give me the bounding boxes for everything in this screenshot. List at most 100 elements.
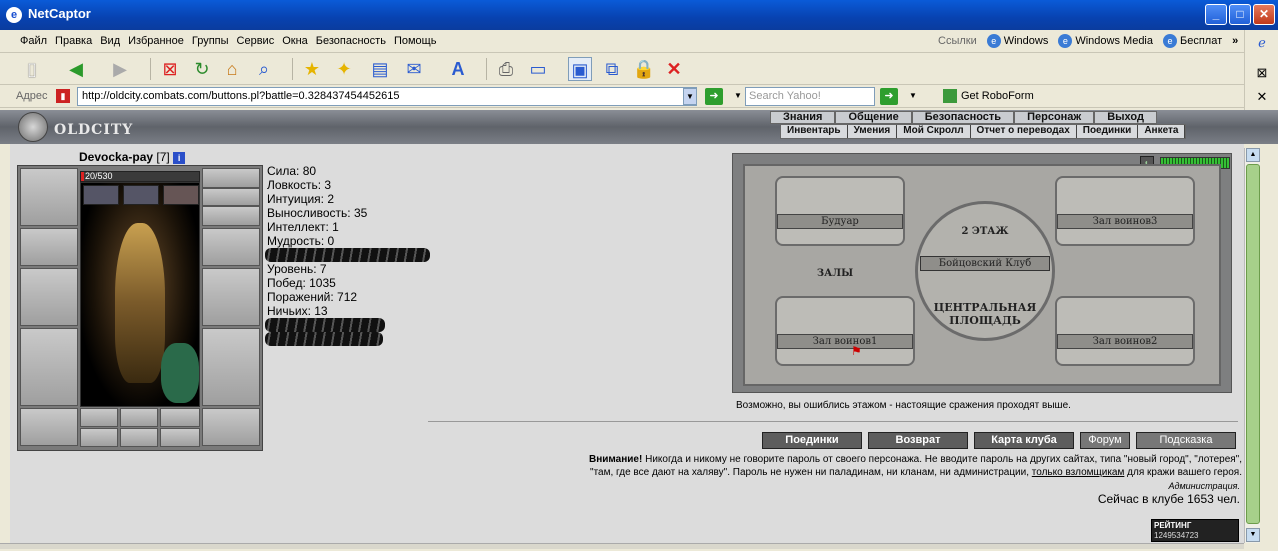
hint-button[interactable]: Подсказка (1136, 432, 1236, 449)
search-go-button[interactable]: ➜ (880, 88, 898, 105)
menu-security[interactable]: Безопасность (316, 35, 386, 47)
slot-scroll-3[interactable] (160, 408, 200, 427)
maximize-button[interactable]: □ (1229, 4, 1251, 25)
font-size-icon[interactable]: A (446, 57, 470, 81)
print-icon[interactable]: ⎙ (494, 57, 518, 81)
slot-weapon[interactable] (20, 268, 78, 326)
room-warriors-hall-2[interactable]: Зал воинов2 (1055, 296, 1195, 366)
slot-scroll-1[interactable] (80, 408, 118, 427)
close-button[interactable]: ✕ (1253, 4, 1275, 25)
search-options-dropdown-icon[interactable]: ▼ (906, 88, 920, 105)
slot-armor[interactable] (20, 328, 78, 406)
pet-dragon[interactable] (161, 343, 199, 403)
return-button[interactable]: Возврат (868, 432, 968, 449)
vertical-scrollbar[interactable]: ▲ ▼ (1244, 148, 1260, 543)
forum-button[interactable]: Форум (1080, 432, 1130, 449)
close-all-icon[interactable]: ✕ (662, 57, 686, 81)
map-halls-label[interactable]: ЗАЛЫ (805, 268, 865, 279)
close-tab-icon[interactable]: ✕ (1253, 88, 1271, 106)
nav-character[interactable]: Персонаж (1014, 111, 1095, 124)
url-field[interactable]: http://oldcity.combats.com/buttons.pl?ba… (77, 87, 697, 106)
room-boudoir[interactable]: Будуар (775, 176, 905, 246)
forward-arrow-icon[interactable]: ▶ (108, 57, 132, 81)
ie-icon: e (1163, 34, 1177, 48)
effect-icon-3[interactable] (163, 185, 199, 205)
url-dropdown-icon[interactable]: ▼ (683, 88, 697, 105)
menu-help[interactable]: Помощь (394, 35, 437, 47)
slot-amulet[interactable] (202, 188, 260, 206)
room-fight-club[interactable]: Бойцовский Клуб (920, 256, 1050, 271)
nav-duels[interactable]: Поединки (1077, 125, 1139, 138)
duels-button[interactable]: Поединки (762, 432, 862, 449)
home-icon[interactable]: ⌂ (220, 57, 244, 81)
menu-groups[interactable]: Группы (192, 35, 229, 47)
slot-legs[interactable] (202, 328, 260, 406)
effect-icon-1[interactable] (83, 185, 119, 205)
link-free[interactable]: e Бесплат (1163, 34, 1222, 48)
horizontal-scrollbar[interactable] (0, 543, 1244, 549)
go-button[interactable]: ➜ (705, 88, 723, 105)
nav-communication[interactable]: Общение (835, 111, 912, 124)
slot-helmet[interactable] (202, 168, 260, 188)
search-input[interactable]: Search Yahoo! (745, 87, 875, 106)
mail-icon[interactable]: ✉ (402, 57, 426, 81)
nav-my-scroll[interactable]: Мой Скролл (897, 125, 971, 138)
new-page-icon[interactable]: ▯ (20, 57, 44, 81)
back-arrow-icon[interactable]: ◀ (64, 57, 88, 81)
room-warriors-hall-1[interactable]: Зал воинов1 (775, 296, 915, 366)
hackers-link[interactable]: только взломщикам (1032, 467, 1125, 478)
slot-scroll-4[interactable] (80, 428, 118, 447)
tile-windows-icon[interactable]: ⊠ (1253, 64, 1271, 82)
page-view-icon[interactable]: ▣ (568, 57, 592, 81)
menu-tools[interactable]: Сервис (237, 35, 275, 47)
window-icon[interactable]: ⧉ (600, 57, 624, 81)
room-warriors-hall-3[interactable]: Зал воинов3 (1055, 176, 1195, 246)
nav-knowledge[interactable]: Знания (770, 111, 836, 124)
effect-icon-2[interactable] (123, 185, 159, 205)
slot-scroll-5[interactable] (120, 428, 158, 447)
refresh-icon[interactable]: ↻ (190, 57, 214, 81)
stop-icon[interactable]: ⊠ (158, 57, 182, 81)
search-icon[interactable]: ⌕ (252, 57, 276, 81)
slot-scroll-6[interactable] (160, 428, 200, 447)
slot-bracers[interactable] (20, 228, 78, 266)
club-map-button[interactable]: Карта клуба (974, 432, 1074, 449)
menu-edit[interactable]: Правка (55, 35, 92, 47)
rating-counter[interactable]: РЕЙТИНГ 1249534723 16323156 (1151, 519, 1239, 550)
nav-skills[interactable]: Умения (848, 125, 898, 138)
slot-scroll-2[interactable] (120, 408, 158, 427)
slot-gloves[interactable] (202, 228, 260, 266)
scroll-thumb[interactable] (1246, 164, 1260, 524)
nav-profile[interactable]: Анкета (1138, 125, 1186, 138)
info-icon[interactable]: i (173, 151, 186, 164)
menu-favorites[interactable]: Избранное (128, 35, 184, 47)
link-windows[interactable]: e Windows (986, 34, 1048, 48)
menu-windows[interactable]: Окна (282, 35, 308, 47)
nav-exit[interactable]: Выход (1094, 111, 1157, 124)
favorites-star-icon[interactable]: ★ (300, 57, 324, 81)
nav-transfer-report[interactable]: Отчет о переводах (971, 125, 1077, 138)
roboform-button[interactable]: Get RoboForm (943, 89, 1034, 103)
room-central-square[interactable]: ЦЕНТРАЛЬНАЯ ПЛОЩАДЬ (930, 301, 1040, 327)
nav-security[interactable]: Безопасность (911, 111, 1015, 124)
slot-rings[interactable] (202, 206, 260, 226)
lock-icon[interactable]: 🔒 (632, 57, 656, 81)
slot-belt[interactable] (20, 408, 78, 446)
admin-signature: Администрация. (1168, 481, 1240, 491)
links-more-chevron-icon[interactable]: » (1232, 35, 1238, 47)
menu-view[interactable]: Вид (100, 35, 120, 47)
slot-boots[interactable] (202, 408, 260, 446)
add-favorite-icon[interactable]: ✦ (332, 57, 356, 81)
security-warning: Внимание! Никогда и никому не говорите п… (588, 454, 1242, 478)
nav-inventory[interactable]: Инвентарь (781, 125, 848, 138)
minimize-button[interactable]: _ (1205, 4, 1227, 25)
slot-shield[interactable] (202, 268, 260, 326)
scroll-down-icon[interactable]: ▼ (1246, 528, 1260, 542)
link-windows-media[interactable]: e Windows Media (1058, 34, 1153, 48)
search-engine-dropdown-icon[interactable]: ▼ (731, 88, 745, 105)
scroll-up-icon[interactable]: ▲ (1246, 148, 1260, 162)
menu-file[interactable]: Файл (20, 35, 47, 47)
edit-icon[interactable]: ▭ (526, 57, 550, 81)
slot-earrings[interactable] (20, 168, 78, 226)
history-icon[interactable]: ▤ (368, 57, 392, 81)
